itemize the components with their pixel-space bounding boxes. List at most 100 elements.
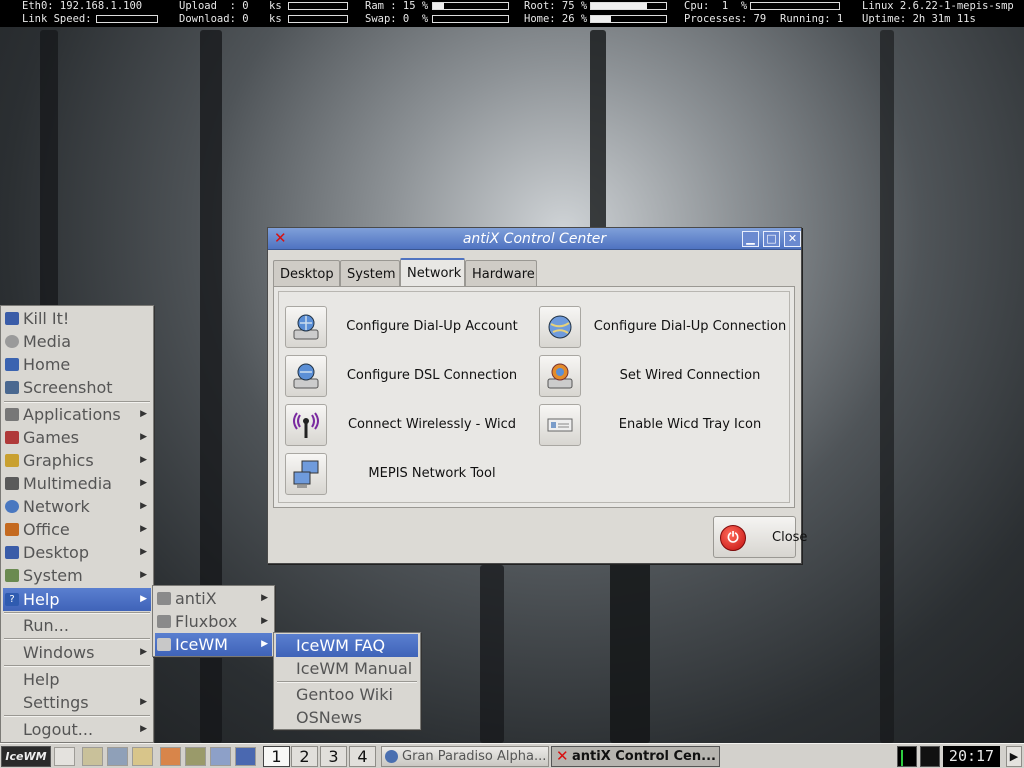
menu-item-icewm[interactable]: IceWM ▶ [155, 633, 272, 656]
icewm-submenu: IceWM FAQ IceWM Manual Gentoo Wiki OSNew… [273, 632, 421, 730]
firefox-icon[interactable] [160, 747, 181, 766]
menu-item-screenshot[interactable]: Screenshot [3, 376, 151, 399]
minimize-button[interactable]: ▁ [742, 231, 759, 247]
menu-item-applications[interactable]: Applications ▶ [3, 403, 151, 426]
tab-desktop[interactable]: Desktop [273, 260, 340, 286]
download-unit: ks [269, 13, 282, 25]
task-gran-paradiso[interactable]: Gran Paradiso Alpha... [381, 746, 549, 767]
network-icon [5, 500, 19, 513]
workspace-3[interactable]: 3 [320, 746, 347, 767]
menu-item-label: Multimedia [23, 474, 112, 493]
item-label: MEPIS Network Tool [368, 466, 496, 481]
submenu-arrow-icon: ▶ [140, 547, 147, 557]
menu-item-label: System [23, 566, 83, 585]
workspace-2[interactable]: 2 [291, 746, 318, 767]
menu-item-icewm-faq[interactable]: IceWM FAQ [276, 634, 418, 657]
download-graph [288, 15, 348, 23]
close-window-button[interactable]: ✕ [784, 231, 801, 247]
tab-hardware[interactable]: Hardware [465, 260, 537, 286]
conky-system-monitor: Eth0: 192.168.1.100 Link Speed: Upload :… [0, 0, 1024, 27]
home-readout: Home: 26 % [524, 13, 588, 25]
tab-network[interactable]: Network [400, 258, 465, 287]
menu-item-fluxbox[interactable]: Fluxbox ▶ [155, 610, 272, 633]
menu-item-icewm-manual[interactable]: IceWM Manual [276, 657, 418, 680]
media-player-icon[interactable] [185, 747, 206, 766]
graphics-icon [5, 454, 19, 467]
workspace-4[interactable]: 4 [349, 746, 376, 767]
tree-trunk [590, 30, 606, 230]
task-antix-control-center[interactable]: ✕ antiX Control Cen... [551, 746, 720, 767]
show-desktop-button[interactable] [54, 747, 75, 766]
menu-item-label: Gentoo Wiki [296, 685, 393, 704]
terminal-icon[interactable] [107, 747, 128, 766]
mepis-network-tool-button[interactable] [285, 453, 327, 495]
menu-item-multimedia[interactable]: Multimedia ▶ [3, 472, 151, 495]
menu-item-windows[interactable]: Windows ▶ [3, 641, 151, 664]
start-button[interactable]: IceWM [1, 746, 51, 767]
workspace-label: 4 [357, 747, 368, 766]
close-button[interactable]: ⏻ Close [713, 516, 807, 558]
menu-separator [4, 665, 150, 667]
menu-item-kill-it[interactable]: Kill It! [3, 307, 151, 330]
enable-wicd-tray-icon-button[interactable] [539, 404, 581, 446]
workspace-label: 2 [299, 747, 310, 766]
workspace-label: 3 [328, 747, 339, 766]
submenu-arrow-icon: ▶ [140, 697, 147, 707]
title-bar[interactable]: ✕ antiX Control Center ▁ □ ✕ [268, 228, 801, 250]
desktop-icon [5, 546, 19, 559]
root-readout: Root: 75 % [524, 0, 588, 12]
menu-item-label: Screenshot [23, 378, 113, 397]
tray-icon [547, 418, 573, 432]
firefox-task-icon [385, 750, 398, 763]
scroll-right-arrow-icon[interactable]: ▶ [1006, 746, 1022, 767]
kernel-version: Linux 2.6.22-1-mepis-smp [862, 0, 1014, 12]
eye-icon[interactable] [210, 747, 231, 766]
menu-item-label: Network [23, 497, 90, 516]
menu-separator [4, 715, 150, 717]
menu-item-desktop[interactable]: Desktop ▶ [3, 541, 151, 564]
download-readout: Download: 0 [179, 13, 249, 25]
tab-label: Network [407, 266, 462, 281]
menu-item-logout[interactable]: Logout... ▶ [3, 718, 151, 741]
menu-item-label: IceWM FAQ [296, 636, 386, 655]
connect-wirelessly-button[interactable] [285, 404, 327, 446]
shutdown-icon[interactable] [235, 747, 256, 766]
editor-icon[interactable] [132, 747, 153, 766]
workspace-1[interactable]: 1 [263, 746, 290, 767]
menu-item-settings[interactable]: Settings ▶ [3, 691, 151, 714]
menu-item-network[interactable]: Network ▶ [3, 495, 151, 518]
menu-item-osnews[interactable]: OSNews [276, 706, 418, 729]
start-button-label: IceWM [5, 750, 47, 763]
tree-trunk [610, 560, 650, 743]
menu-item-games[interactable]: Games ▶ [3, 426, 151, 449]
configure-dsl-connection-button[interactable] [285, 355, 327, 397]
menu-item-help[interactable]: ? Help ▶ [3, 588, 151, 611]
menu-item-run[interactable]: Run... [3, 614, 151, 637]
system-icon [5, 569, 19, 582]
menu-item-media[interactable]: Media [3, 330, 151, 353]
configure-dialup-connection-button[interactable] [539, 306, 581, 348]
antix-task-icon: ✕ [556, 747, 569, 765]
ram-bar [432, 2, 509, 10]
menu-item-antix[interactable]: antiX ▶ [155, 587, 272, 610]
submenu-arrow-icon: ▶ [261, 616, 268, 626]
maximize-button[interactable]: □ [763, 231, 780, 247]
upload-readout: Upload : 0 [179, 0, 249, 12]
item-label: Connect Wirelessly - Wicd [347, 417, 517, 432]
games-icon [5, 431, 19, 444]
tab-system[interactable]: System [340, 260, 400, 286]
submenu-arrow-icon: ▶ [140, 455, 147, 465]
menu-item-system[interactable]: System ▶ [3, 564, 151, 587]
menu-item-office[interactable]: Office ▶ [3, 518, 151, 541]
set-wired-connection-button[interactable] [539, 355, 581, 397]
menu-item-graphics[interactable]: Graphics ▶ [3, 449, 151, 472]
configure-dialup-account-button[interactable] [285, 306, 327, 348]
multimedia-icon [5, 477, 19, 490]
wireless-icon [293, 412, 319, 438]
menu-item-home[interactable]: Home [3, 353, 151, 376]
file-manager-icon[interactable] [82, 747, 103, 766]
item-label: Configure Dial-Up Account [346, 319, 518, 334]
menu-item-help-2[interactable]: Help [3, 668, 151, 691]
power-icon: ⏻ [720, 525, 746, 551]
menu-item-gentoo-wiki[interactable]: Gentoo Wiki [276, 683, 418, 706]
